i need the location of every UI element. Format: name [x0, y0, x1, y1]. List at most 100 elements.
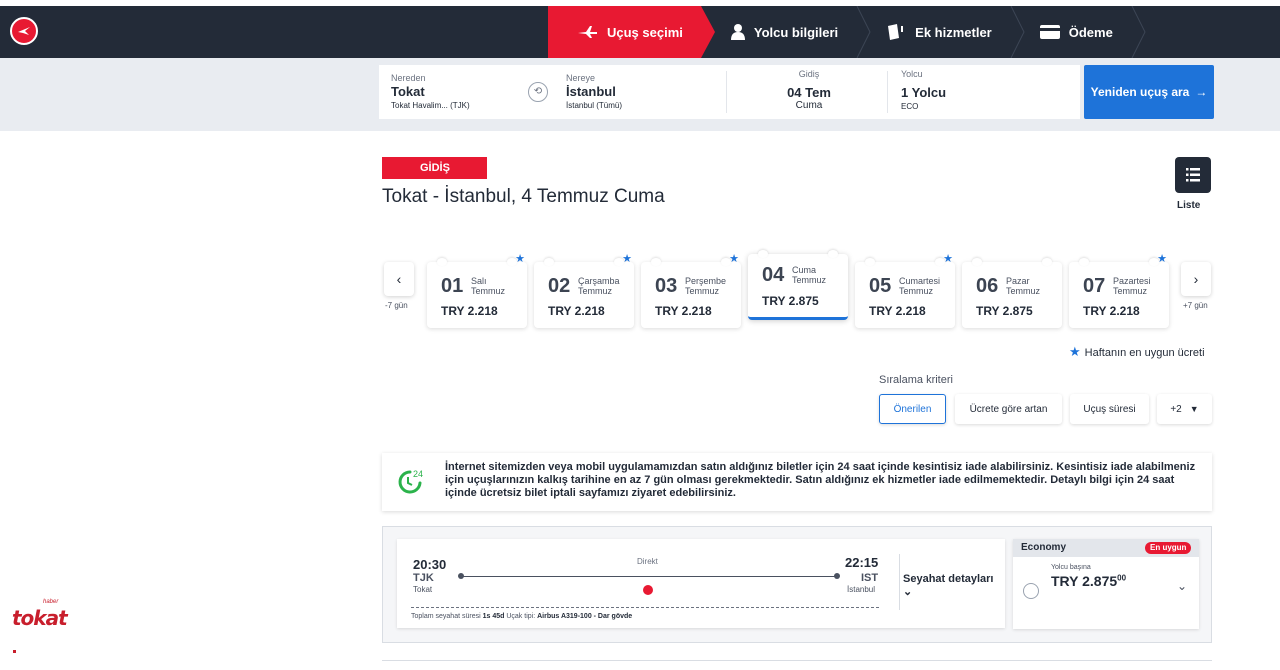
- prev-week-button[interactable]: ‹: [384, 262, 414, 296]
- date-card[interactable]: ★ 07 Pazartesi Temmuz TRY 2.218: [1069, 253, 1169, 328]
- watermark-sup: haber: [43, 599, 59, 605]
- step-label: Ödeme: [1068, 24, 1113, 40]
- duration-label: Toplam seyahat süresi: [411, 613, 481, 620]
- watermark-dot: [13, 650, 16, 653]
- economy-fare-card[interactable]: Economy En uygun Yolcu başına TRY 2.8750…: [1013, 539, 1199, 629]
- day-name: Cumartesi Temmuz: [899, 276, 941, 296]
- sort-more-dropdown[interactable]: +2 ▼: [1157, 394, 1212, 424]
- fare-header: Economy En uygun: [1013, 539, 1199, 557]
- day-name: Salı Temmuz: [471, 276, 506, 296]
- svg-text:24: 24: [413, 469, 423, 479]
- star-icon: ★: [1069, 344, 1081, 359]
- sort-price-asc[interactable]: Ücrete göre artan: [955, 394, 1062, 424]
- passenger-count: 1 Yolcu: [901, 85, 947, 100]
- route-line: [461, 576, 837, 577]
- aircraft-value: Airbus A319-100 - Dar gövde: [537, 613, 633, 620]
- star-icon: ★: [1157, 253, 1167, 265]
- origin-airport: Tokat Havalim... (TJK): [391, 101, 470, 110]
- next-week-label: +7 gün: [1183, 301, 1208, 310]
- arrival-code: IST: [861, 572, 879, 584]
- date-card[interactable]: ★ 03 Perşembe Temmuz TRY 2.218: [641, 253, 741, 328]
- star-icon: ★: [622, 253, 632, 265]
- day-price: TRY 2.218: [869, 304, 926, 318]
- leg-tag: GİDİŞ: [382, 157, 487, 179]
- caret-down-icon: ▼: [1189, 404, 1199, 414]
- date-day: Cuma: [795, 100, 823, 111]
- sort-duration[interactable]: Uçuş süresi: [1070, 394, 1149, 424]
- step-flight-selection[interactable]: Uçuş seçimi: [548, 6, 715, 58]
- refund-info-banner: 24 İnternet sitemizden veya mobil uygula…: [382, 453, 1212, 511]
- fare-price: TRY 2.87500: [1051, 573, 1126, 589]
- destination-field[interactable]: Nereye İstanbul İstanbul (Tümü): [566, 73, 622, 110]
- day-price: TRY 2.875: [762, 294, 819, 308]
- day-name: Pazar Temmuz: [1006, 276, 1041, 296]
- next-week-button[interactable]: ›: [1181, 262, 1211, 296]
- day-number: 01: [441, 275, 464, 297]
- list-view-label: Liste: [1177, 200, 1201, 211]
- step-payment[interactable]: Ödeme: [1010, 6, 1146, 58]
- day-number: 06: [976, 275, 999, 297]
- top-navbar: Uçuş seçimi Yolcu bilgileri Ek hizmetler…: [0, 6, 1280, 58]
- turkish-airlines-logo-icon[interactable]: [10, 17, 38, 45]
- flight-info-card[interactable]: 20:30 TJK Tokat Direkt 22:15 IST İstanbu…: [397, 539, 1005, 628]
- passenger-field[interactable]: Yolcu 1 Yolcu ECO: [901, 69, 946, 111]
- fare-radio[interactable]: [1023, 583, 1039, 599]
- fare-price-decimal: 00: [1117, 573, 1127, 583]
- star-icon: ★: [729, 253, 739, 265]
- aircraft-label: Uçak tipi:: [506, 613, 536, 620]
- departure-city: Tokat: [413, 585, 433, 594]
- step-passenger-info[interactable]: Yolcu bilgileri: [701, 6, 871, 58]
- sort-recommended[interactable]: Önerilen: [879, 394, 946, 424]
- origin-field[interactable]: Nereden Tokat Tokat Havalim... (TJK): [391, 73, 470, 110]
- cheapest-badge: En uygun: [1145, 542, 1192, 554]
- search-summary-bar: Nereden Tokat Tokat Havalim... (TJK) ⟲ N…: [0, 58, 1280, 131]
- date-value: 04 Tem: [787, 85, 831, 100]
- chevron-right-icon: ›: [1193, 271, 1199, 287]
- passenger-label: Yolcu: [901, 69, 923, 79]
- 24h-refund-icon: 24: [398, 469, 423, 494]
- day-number: 02: [548, 275, 571, 297]
- origin-label: Nereden: [391, 73, 426, 83]
- day-name: Cuma Temmuz: [792, 265, 827, 285]
- date-card[interactable]: 04 Cuma Temmuz TRY 2.875: [748, 250, 848, 320]
- search-summary[interactable]: Nereden Tokat Tokat Havalim... (TJK) ⟲ N…: [379, 65, 1080, 119]
- day-price: TRY 2.218: [655, 304, 712, 318]
- swap-route-icon[interactable]: ⟲: [528, 82, 548, 102]
- date-card[interactable]: ★ 05 Cumartesi Temmuz TRY 2.218: [855, 253, 955, 328]
- date-card[interactable]: 06 Pazar Temmuz TRY 2.875: [962, 258, 1062, 328]
- flight-meta: Toplam seyahat süresi 1s 45d Uçak tipi: …: [411, 613, 632, 620]
- departure-date-field[interactable]: Gidiş 04 Tem Cuma: [759, 69, 859, 111]
- chevron-down-icon: ⌄: [903, 586, 913, 598]
- day-number: 07: [1083, 275, 1106, 297]
- route-end-dot: [834, 573, 840, 579]
- day-price: TRY 2.218: [1083, 304, 1140, 318]
- date-label: Gidiş: [798, 69, 820, 79]
- chevron-down-icon[interactable]: ⌄: [1177, 579, 1187, 593]
- list-view-button[interactable]: [1175, 157, 1211, 193]
- page-title: Tokat - İstanbul, 4 Temmuz Cuma: [382, 186, 665, 207]
- day-price: TRY 2.218: [548, 304, 605, 318]
- cabin-class: ECO: [901, 102, 919, 111]
- date-card[interactable]: ★ 02 Çarşamba Temmuz TRY 2.218: [534, 253, 634, 328]
- prev-week-label: -7 gün: [385, 301, 408, 310]
- cheapest-week-legend: ★ Haftanın en uygun ücreti: [1069, 344, 1205, 360]
- step-extra-services[interactable]: Ek hizmetler: [856, 6, 1025, 58]
- chevron-left-icon: ‹: [396, 271, 402, 287]
- step-label: Uçuş seçimi: [607, 24, 683, 40]
- fare-name: Economy: [1021, 542, 1067, 553]
- travel-details-label: Seyahat detayları: [903, 573, 994, 585]
- date-card[interactable]: ★ 01 Salı Temmuz TRY 2.218: [427, 253, 527, 328]
- credit-card-icon: [1039, 25, 1060, 39]
- booking-steps: Uçuş seçimi Yolcu bilgileri Ek hizmetler…: [548, 6, 1146, 58]
- tokat-haber-logo: tokat: [12, 606, 68, 630]
- flight-type: Direkt: [637, 557, 658, 566]
- arrival-time: 22:15: [845, 555, 879, 570]
- search-again-button[interactable]: Yeniden uçuş ara →: [1084, 65, 1214, 119]
- travel-details-button[interactable]: Seyahat detayları ⌄: [903, 573, 1005, 598]
- destination-airport: İstanbul (Tümü): [566, 101, 623, 110]
- step-label: Yolcu bilgileri: [753, 24, 839, 40]
- step-label: Ek hizmetler: [915, 24, 992, 40]
- day-price: TRY 2.218: [441, 304, 498, 318]
- person-icon: [730, 24, 745, 40]
- day-name: Çarşamba Temmuz: [578, 276, 620, 296]
